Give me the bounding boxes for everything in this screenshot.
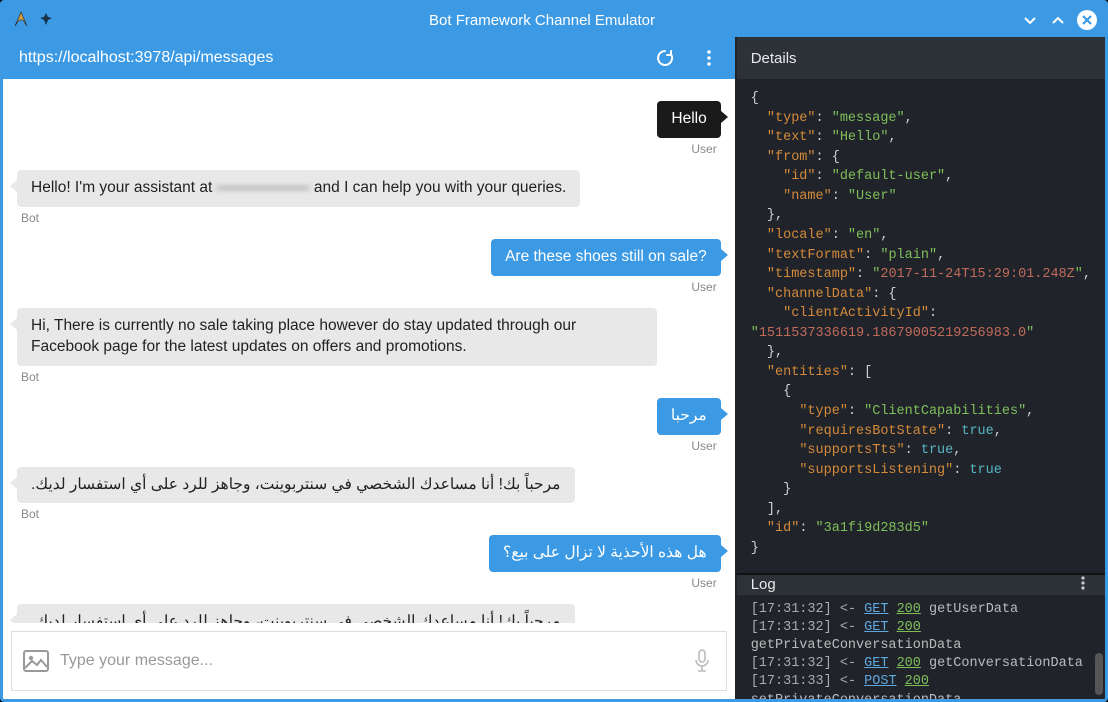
message-sender: Bot (17, 211, 43, 225)
chat-scroll[interactable]: Hello User Hello! I'm your assistant at … (3, 79, 735, 623)
message-bubble[interactable]: .مرحباً بك! أنا مساعدك الشخصي في سنتربوي… (17, 467, 575, 504)
message-sender: User (687, 439, 720, 453)
message-sender: Bot (17, 370, 43, 384)
log-entry: [17:31:32] <- GET 200 getConversationDat… (751, 655, 1091, 673)
chat-message: Hello User (17, 101, 721, 156)
message-sender: User (687, 142, 720, 156)
log-body[interactable]: [17:31:32] <- GET 200 getUserData [17:31… (737, 595, 1105, 700)
message-bubble[interactable]: .مرحباً بك! أنا مساعدك الشخصي في سنتربوي… (17, 604, 575, 623)
window-title: Bot Framework Channel Emulator (63, 12, 1021, 29)
details-header: Details (737, 37, 1105, 79)
chat-message: Are these shoes still on sale? User (17, 239, 721, 294)
message-bubble[interactable]: مرحبا (657, 398, 721, 435)
redacted-text: —————— (217, 178, 310, 199)
log-section: Log [17:31:32] <- GET 200 getUserData [1… (737, 573, 1105, 700)
message-bubble[interactable]: Hello (657, 101, 720, 138)
message-sender: Bot (17, 507, 43, 521)
window-controls (1021, 10, 1097, 30)
log-menu-icon[interactable] (1075, 575, 1091, 595)
message-bubble[interactable]: Hi, There is currently no sale taking pl… (17, 308, 657, 366)
message-sender: User (687, 280, 720, 294)
menu-dots-icon[interactable] (699, 48, 719, 68)
maximize-icon[interactable] (1049, 11, 1067, 29)
close-icon[interactable] (1077, 10, 1097, 30)
chat-message: هل هذه الأحذية لا تزال على بيع؟ User (17, 535, 721, 590)
chat-message: .مرحباً بك! أنا مساعدك الشخصي في سنتربوي… (17, 604, 721, 623)
message-text: and I can help you with your queries. (310, 179, 567, 196)
side-pane: Details { "type": "message", "text": "He… (735, 37, 1105, 699)
refresh-icon[interactable] (655, 48, 675, 68)
chat-message: مرحبا User (17, 398, 721, 453)
log-title: Log (751, 576, 776, 593)
app-window: Bot Framework Channel Emulator https://l… (0, 0, 1108, 702)
pin-icon[interactable] (39, 12, 55, 28)
details-json[interactable]: { "type": "message", "text": "Hello", "f… (737, 79, 1105, 573)
chat-message: Hi, There is currently no sale taking pl… (17, 308, 721, 384)
message-text: Hello! I'm your assistant at (31, 179, 217, 196)
log-entry: [17:31:33] <- POST 200 setPrivateConvers… (751, 673, 1091, 699)
chat-pane: https://localhost:3978/api/messages Hell… (3, 37, 735, 699)
message-input[interactable] (60, 652, 678, 670)
message-bubble[interactable]: هل هذه الأحذية لا تزال على بيع؟ (489, 535, 721, 572)
log-header: Log (737, 575, 1105, 595)
microphone-icon[interactable] (688, 647, 716, 675)
app-icon (11, 10, 31, 30)
app-body: https://localhost:3978/api/messages Hell… (3, 37, 1105, 699)
minimize-icon[interactable] (1021, 11, 1039, 29)
address-url[interactable]: https://localhost:3978/api/messages (19, 49, 655, 67)
image-upload-icon[interactable] (22, 647, 50, 675)
log-entry: [17:31:32] <- GET 200 getPrivateConversa… (751, 619, 1091, 655)
message-bubble[interactable]: Are these shoes still on sale? (491, 239, 721, 276)
log-entry: [17:31:32] <- GET 200 getUserData (751, 601, 1091, 619)
details-title: Details (751, 50, 797, 67)
titlebar: Bot Framework Channel Emulator (3, 3, 1105, 37)
address-bar: https://localhost:3978/api/messages (3, 37, 735, 79)
chat-message: .مرحباً بك! أنا مساعدك الشخصي في سنتربوي… (17, 467, 721, 522)
scrollbar-thumb[interactable] (1095, 653, 1103, 695)
compose-bar (11, 631, 727, 691)
message-bubble[interactable]: Hello! I'm your assistant at —————— and … (17, 170, 580, 207)
chat-message: Hello! I'm your assistant at —————— and … (17, 170, 721, 225)
message-sender: User (687, 576, 720, 590)
